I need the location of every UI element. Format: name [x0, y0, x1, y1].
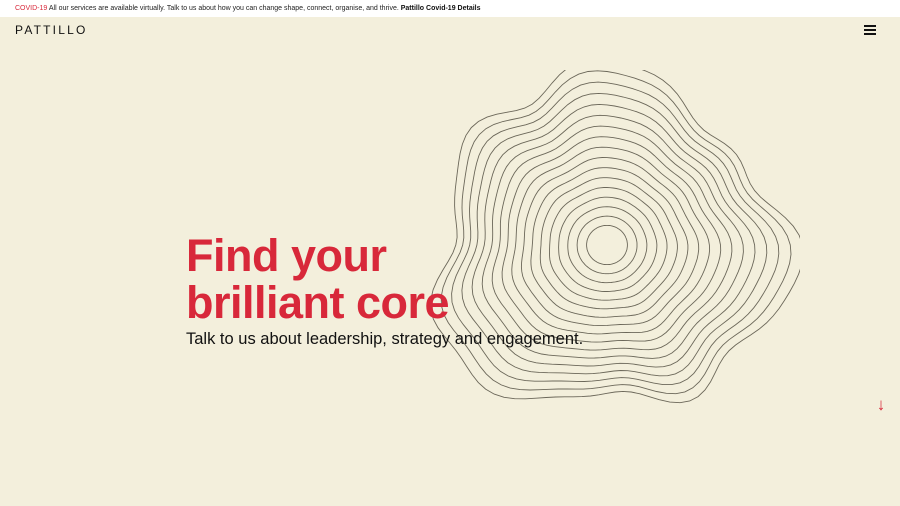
hero-section: Find your brilliant core Talk to us abou…: [186, 232, 746, 349]
covid-alert-bar: COVID-19 All our services are available …: [0, 0, 900, 17]
logo[interactable]: PATTILLO: [15, 23, 88, 37]
hero-heading-line-1: Find your: [186, 230, 387, 281]
covid-details-link[interactable]: Pattillo Covid-19 Details: [401, 5, 481, 12]
arrow-down-icon[interactable]: ↓: [873, 396, 889, 414]
site-header: PATTILLO: [0, 17, 900, 45]
hamburger-menu-icon[interactable]: [862, 24, 878, 36]
hero-heading-line-2: brilliant core: [186, 277, 450, 328]
alert-tag: COVID-19: [15, 5, 48, 12]
hero-heading: Find your brilliant core: [186, 232, 746, 326]
alert-message: All our services are available virtually…: [47, 5, 401, 12]
hero-subheading: Talk to us about leadership, strategy an…: [186, 330, 584, 348]
